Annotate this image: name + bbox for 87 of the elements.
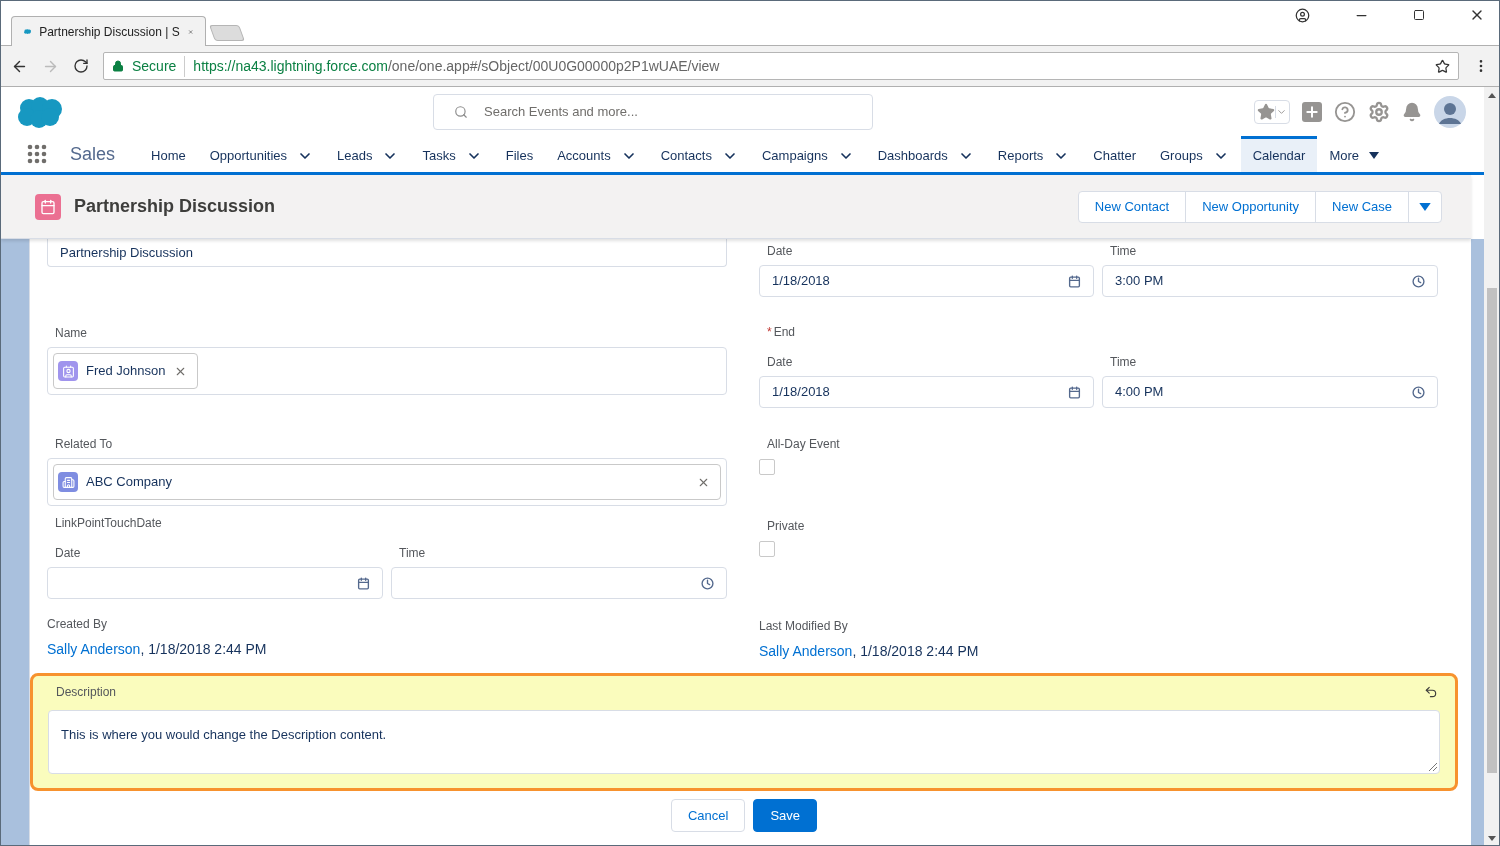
- field-label: Time: [1110, 243, 1137, 260]
- description-textarea[interactable]: This is where you would change the Description content.: [48, 710, 1440, 774]
- cloud-logo-icon: [17, 95, 63, 128]
- field-label: Date: [767, 354, 793, 371]
- checkbox[interactable]: [759, 541, 775, 557]
- browser-tab[interactable]: Partnership Discussion | S: [11, 16, 206, 46]
- nav-tab[interactable]: Home: [139, 136, 198, 172]
- clock-icon: [701, 576, 714, 590]
- timestamp: , 1/18/2018 2:44 PM: [852, 641, 979, 661]
- field-label: Last Modified By: [759, 618, 848, 635]
- resize-handle-icon[interactable]: [1429, 763, 1437, 771]
- nav-tab[interactable]: Calendar: [1240, 136, 1318, 172]
- account-pill[interactable]: ABC Company: [53, 464, 721, 500]
- nav-tab[interactable]: Opportunities: [197, 136, 326, 172]
- bookmark-star-icon[interactable]: [1435, 58, 1450, 74]
- app-name: Sales: [70, 142, 116, 166]
- favorites-button[interactable]: [1254, 99, 1290, 124]
- undo-icon[interactable]: [1424, 685, 1438, 699]
- help-icon[interactable]: [1334, 100, 1356, 123]
- star-icon: [1257, 102, 1275, 121]
- subject-field[interactable]: Partnership Discussion: [47, 239, 727, 267]
- date-field[interactable]: 1/18/2018: [759, 376, 1094, 408]
- field-label: Date: [55, 545, 81, 562]
- clock-icon: [1412, 274, 1425, 288]
- checkbox-label: All-Day Event: [767, 436, 840, 453]
- nav-tab[interactable]: Chatter: [1081, 136, 1148, 172]
- caret-icon: [1275, 105, 1287, 118]
- app-launcher-icon[interactable]: [27, 144, 47, 164]
- field-label: Date: [767, 243, 793, 260]
- date-field[interactable]: [47, 567, 383, 599]
- nav-tab[interactable]: Files: [493, 136, 546, 172]
- calendar-icon: [1068, 385, 1081, 399]
- nav-tab[interactable]: More: [1317, 136, 1392, 172]
- contact-card-icon: [58, 361, 78, 381]
- save-button[interactable]: Save: [753, 799, 818, 832]
- scrollbar-thumb[interactable]: [1486, 288, 1497, 773]
- field-label: Related To: [55, 436, 113, 453]
- cancel-button[interactable]: Cancel: [670, 799, 746, 832]
- maximize-icon[interactable]: [1413, 9, 1425, 21]
- time-field[interactable]: 4:00 PM: [1102, 376, 1438, 408]
- action-button[interactable]: New Case: [1315, 191, 1408, 222]
- field-label: Time: [1110, 354, 1137, 371]
- bell-icon[interactable]: [1402, 101, 1422, 122]
- nav-tab[interactable]: Dashboards: [865, 136, 986, 172]
- clock-icon: [1412, 385, 1425, 399]
- field-label: Time: [399, 545, 426, 562]
- scroll-up-icon[interactable]: [1487, 93, 1496, 98]
- profile-icon[interactable]: [1295, 7, 1310, 23]
- contact-pill[interactable]: Fred Johnson: [53, 353, 198, 389]
- checkbox-label: Private: [767, 518, 805, 535]
- nav-tab[interactable]: Groups: [1148, 136, 1241, 172]
- add-icon[interactable]: [1302, 101, 1322, 122]
- record-title: Partnership Discussion: [74, 195, 276, 218]
- lock-icon: [112, 60, 124, 72]
- nav-tab[interactable]: Reports: [985, 136, 1082, 172]
- field-label: End: [773, 324, 796, 341]
- settings-icon[interactable]: [1368, 100, 1390, 123]
- reload-icon[interactable]: [73, 58, 89, 74]
- checkbox[interactable]: [759, 459, 775, 475]
- calendar-icon: [1068, 274, 1081, 288]
- avatar[interactable]: [1434, 95, 1466, 128]
- address-field[interactable]: Secure https://na43.lightning.force.com/one/one.app#/sObject/00U0G00000p2P1wUAE/view: [103, 52, 1459, 80]
- nav-tab[interactable]: Leads: [325, 136, 411, 172]
- field-label: Name: [55, 325, 87, 342]
- field-label: LinkPointTouchDate: [55, 515, 162, 532]
- nav-tab[interactable]: Tasks: [410, 136, 494, 172]
- search-field[interactable]: Search Events and more...: [433, 93, 873, 130]
- action-button[interactable]: New Contact: [1078, 191, 1186, 222]
- action-button[interactable]: New Opportunity: [1185, 191, 1316, 222]
- date-field[interactable]: 1/18/2018: [759, 265, 1094, 297]
- nav-tab[interactable]: Accounts: [545, 136, 649, 172]
- field-label: Description: [56, 684, 118, 701]
- timestamp: , 1/18/2018 2:44 PM: [140, 639, 267, 659]
- building-icon: [58, 472, 78, 492]
- field-label: Created By: [47, 616, 108, 633]
- caret-icon[interactable]: [1369, 152, 1380, 159]
- required-mark: *: [767, 324, 772, 341]
- calendar-icon: [357, 576, 370, 590]
- time-field[interactable]: 3:00 PM: [1102, 265, 1438, 297]
- time-field[interactable]: [391, 567, 727, 599]
- nav-tab[interactable]: Contacts: [648, 136, 750, 172]
- search-icon: [454, 104, 468, 119]
- calendar-icon: [35, 193, 61, 220]
- nav-tab[interactable]: Campaigns: [749, 136, 866, 172]
- scroll-down-icon[interactable]: [1487, 836, 1496, 841]
- cloud-logo-icon: [24, 26, 32, 37]
- caret-icon: [1419, 202, 1431, 211]
